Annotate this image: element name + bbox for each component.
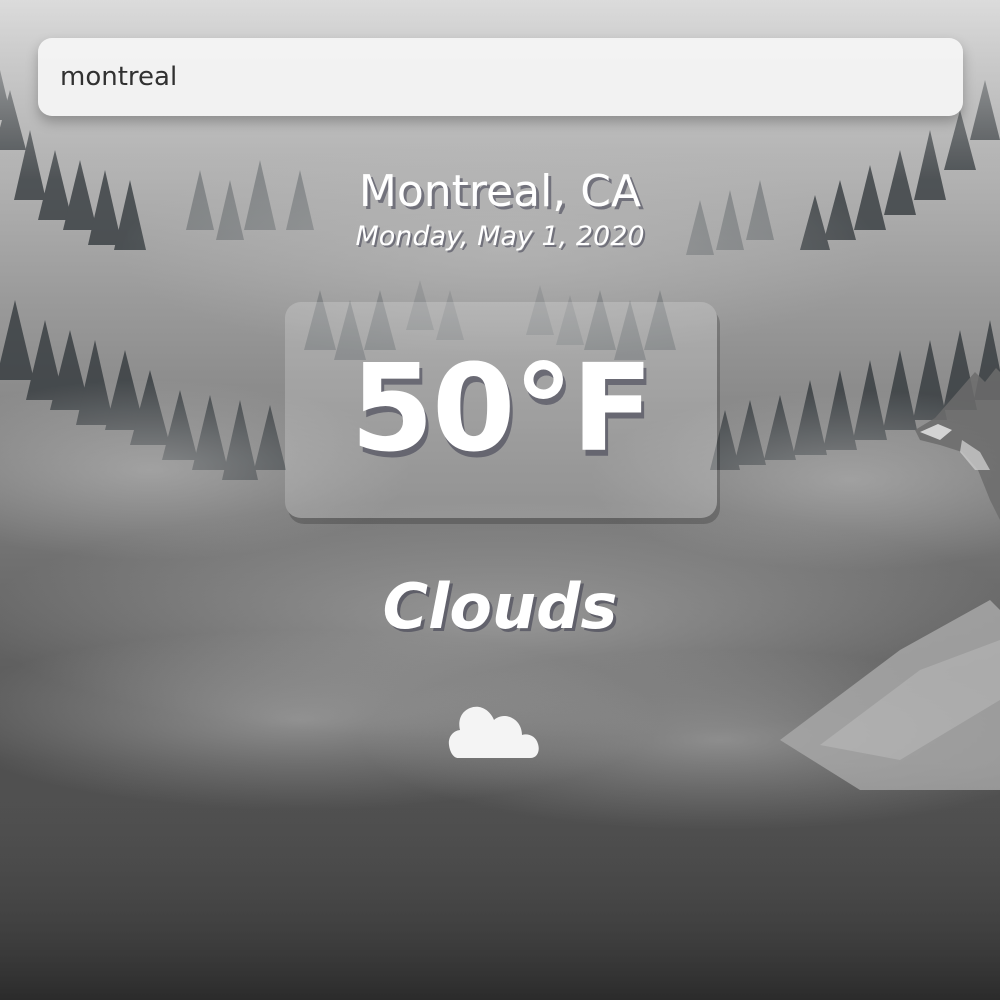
location-block: Montreal, CA Monday, May 1, 2020 [0,165,1000,255]
search-bar [38,38,963,116]
search-input[interactable] [38,38,963,116]
location-title: Montreal, CA [358,166,642,217]
weather-condition: Clouds [382,570,618,643]
date-label: Monday, May 1, 2020 [355,221,645,252]
temperature-card: 50°F [285,302,717,518]
temperature-value: 50°F [350,340,654,479]
weather-app: Montreal, CA Monday, May 1, 2020 50°F Cl… [0,0,1000,1000]
cloud-icon [448,706,539,758]
